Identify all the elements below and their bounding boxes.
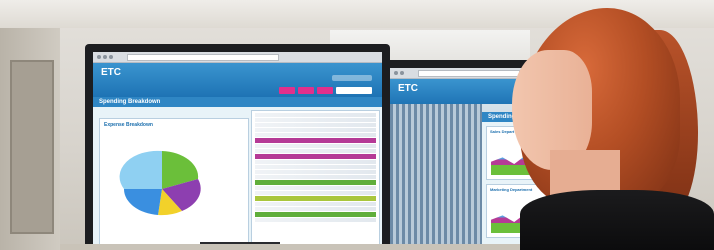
browser-dot-icon bbox=[97, 55, 101, 59]
table-row-highlight bbox=[255, 196, 376, 201]
user-area bbox=[332, 75, 372, 81]
table-row bbox=[255, 170, 376, 174]
table-row bbox=[255, 128, 376, 132]
desk bbox=[60, 244, 580, 250]
table-row bbox=[255, 123, 376, 127]
browser-dot-icon bbox=[109, 55, 113, 59]
table-row bbox=[255, 165, 376, 169]
data-table-panel bbox=[251, 110, 380, 250]
app-logo: ETC bbox=[101, 67, 121, 78]
browser-toolbar bbox=[93, 52, 382, 63]
logo-text: ETC bbox=[101, 67, 121, 78]
monitor-left: ETC Spending Breakdown Expense Breakdown bbox=[85, 44, 390, 250]
toolbar-search bbox=[336, 87, 372, 94]
app-header: ETC bbox=[93, 63, 382, 97]
section-title: Spending Breakdown bbox=[93, 97, 382, 107]
table-row bbox=[255, 207, 376, 211]
expense-panel: Expense Breakdown bbox=[99, 118, 249, 250]
browser-dot-icon bbox=[394, 71, 398, 75]
table-row bbox=[255, 186, 376, 190]
toolbar-button bbox=[317, 87, 333, 94]
table-row bbox=[255, 218, 376, 222]
table-row bbox=[255, 202, 376, 206]
toolbar-button bbox=[279, 87, 295, 94]
pie-slice bbox=[123, 189, 162, 215]
app-logo: ETC bbox=[398, 83, 418, 94]
browser-dot-icon bbox=[400, 71, 404, 75]
skyscraper-image bbox=[390, 104, 482, 250]
door bbox=[10, 60, 54, 234]
table-row-highlight bbox=[255, 212, 376, 217]
office-scene: ETC Spending Breakdown Expense Breakdown bbox=[0, 0, 714, 250]
table-row bbox=[255, 118, 376, 122]
monitor-left-screen: ETC Spending Breakdown Expense Breakdown bbox=[93, 52, 382, 250]
table-row-highlight bbox=[255, 154, 376, 159]
chart-title: Expense Breakdown bbox=[104, 122, 153, 128]
table-row-highlight bbox=[255, 180, 376, 185]
address-bar bbox=[127, 53, 279, 61]
table-row bbox=[255, 160, 376, 164]
toolbar bbox=[279, 87, 372, 94]
table-row bbox=[255, 175, 376, 179]
shoulder bbox=[520, 190, 714, 250]
table-row bbox=[255, 149, 376, 153]
address-bar bbox=[418, 69, 520, 77]
table-row bbox=[255, 133, 376, 137]
table-row bbox=[255, 144, 376, 148]
table-row-highlight bbox=[255, 138, 376, 143]
pie-slice bbox=[119, 150, 162, 189]
toolbar-button bbox=[298, 87, 314, 94]
pie-chart bbox=[119, 150, 201, 216]
browser-dot-icon bbox=[103, 55, 107, 59]
logo-text: ETC bbox=[398, 83, 418, 94]
table-row bbox=[255, 113, 376, 117]
table-row bbox=[255, 191, 376, 195]
